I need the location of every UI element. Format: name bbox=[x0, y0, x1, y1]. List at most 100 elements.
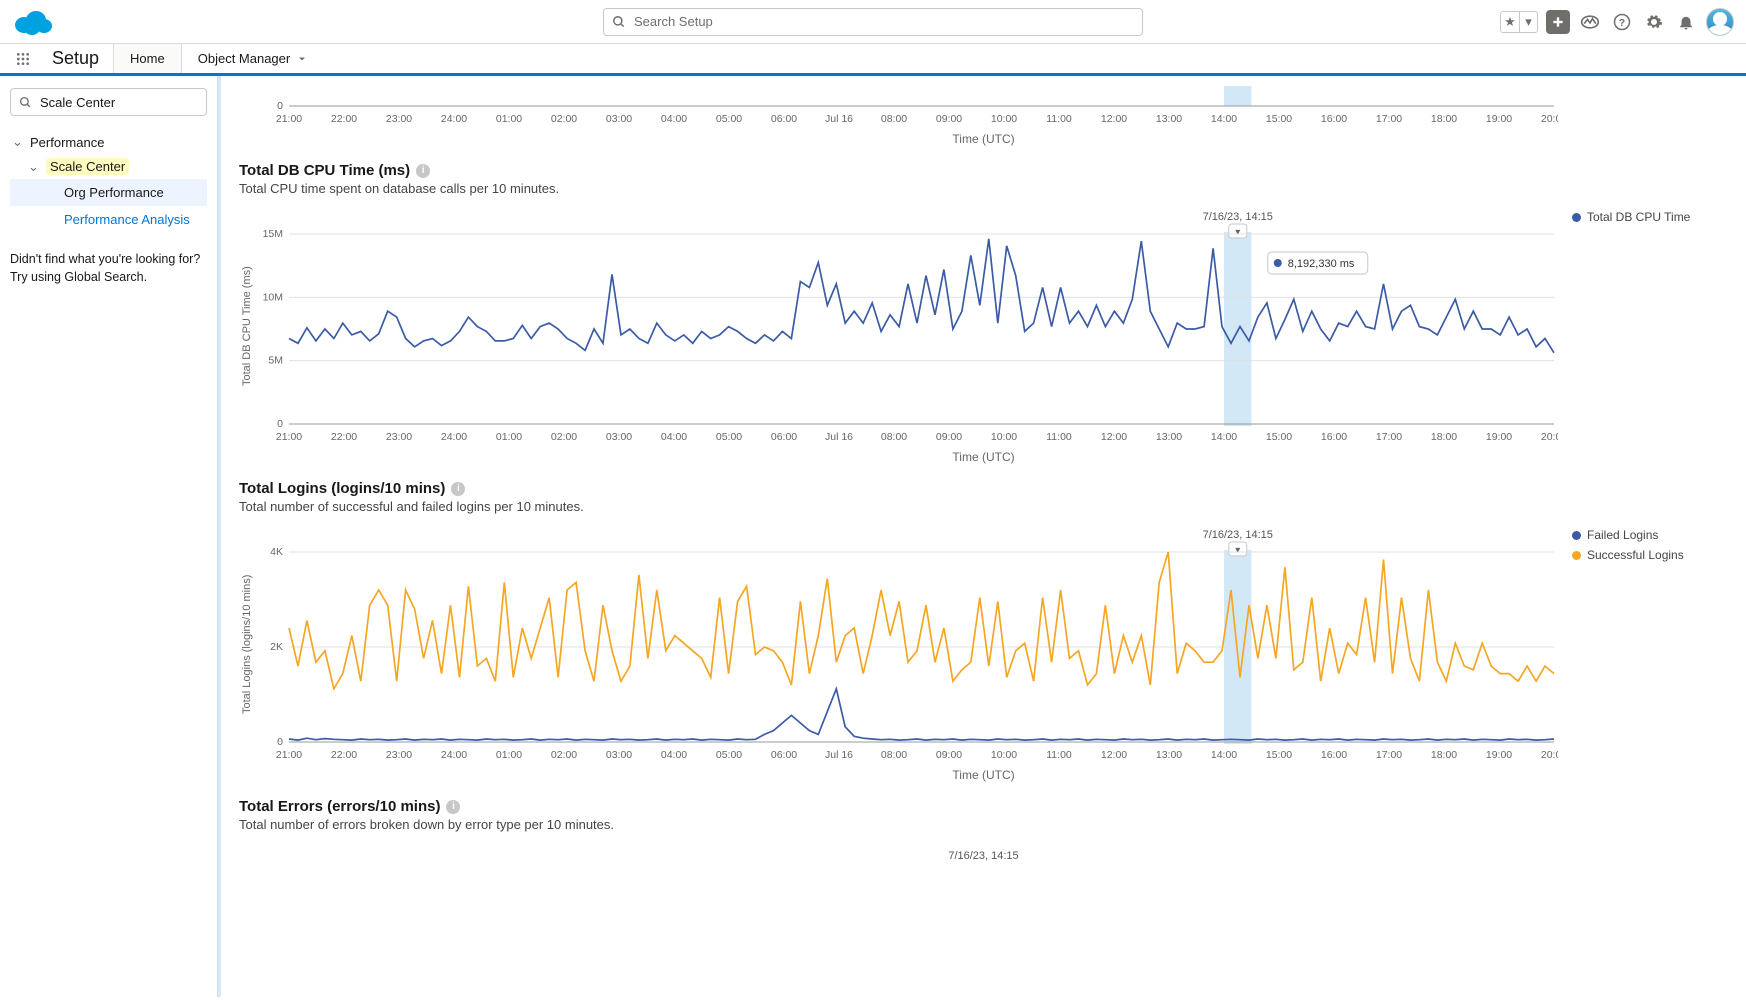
svg-text:12:00: 12:00 bbox=[1101, 113, 1127, 125]
gear-icon[interactable] bbox=[1642, 10, 1666, 34]
svg-text:10:00: 10:00 bbox=[991, 431, 1017, 443]
legend-item: Failed Logins bbox=[1572, 528, 1728, 542]
svg-text:19:00: 19:00 bbox=[1486, 749, 1512, 761]
info-icon[interactable]: i bbox=[451, 482, 465, 496]
help-icon[interactable]: ? bbox=[1610, 10, 1634, 34]
svg-text:02:00: 02:00 bbox=[551, 113, 577, 125]
quickfind[interactable] bbox=[10, 88, 207, 116]
svg-text:?: ? bbox=[1619, 16, 1625, 28]
global-search-input[interactable] bbox=[603, 8, 1143, 36]
chart-canvas[interactable]: 7/16/23, 14:15▾02K4K21:0022:0023:0024:00… bbox=[255, 524, 1558, 764]
chart-title-text: Total Errors (errors/10 mins) bbox=[239, 798, 440, 815]
svg-text:Jul 16: Jul 16 bbox=[825, 749, 853, 761]
svg-text:20:00: 20:00 bbox=[1541, 113, 1558, 125]
header-actions: ★ ▾ ? bbox=[1500, 8, 1734, 36]
chart-canvas[interactable]: 7/16/23, 14:15▾05M10M15M21:0022:0023:002… bbox=[255, 206, 1558, 446]
svg-text:15:00: 15:00 bbox=[1266, 431, 1292, 443]
svg-text:21:00: 21:00 bbox=[276, 431, 302, 443]
svg-text:17:00: 17:00 bbox=[1376, 749, 1402, 761]
tab-home[interactable]: Home bbox=[113, 41, 182, 73]
svg-text:22:00: 22:00 bbox=[331, 113, 357, 125]
svg-text:11:00: 11:00 bbox=[1046, 749, 1072, 761]
y-axis-label: Total DB CPU Time (ms) bbox=[239, 206, 255, 446]
quickfind-input[interactable] bbox=[38, 94, 218, 111]
svg-text:23:00: 23:00 bbox=[386, 431, 412, 443]
info-icon[interactable]: i bbox=[446, 800, 460, 814]
svg-text:11:00: 11:00 bbox=[1046, 113, 1072, 125]
svg-text:15M: 15M bbox=[263, 228, 283, 240]
svg-text:22:00: 22:00 bbox=[331, 749, 357, 761]
svg-text:09:00: 09:00 bbox=[936, 749, 962, 761]
svg-text:04:00: 04:00 bbox=[661, 431, 687, 443]
legend-color-dot bbox=[1572, 551, 1581, 560]
nav-performance[interactable]: ⌄ Performance bbox=[10, 130, 207, 154]
svg-text:05:00: 05:00 bbox=[716, 431, 742, 443]
main-content: 021:0022:0023:0024:0001:0002:0003:0004:0… bbox=[218, 76, 1746, 997]
chart-legend bbox=[1558, 86, 1728, 128]
avatar[interactable] bbox=[1706, 8, 1734, 36]
chart-errors: Total Errors (errors/10 mins) i Total nu… bbox=[239, 798, 1728, 862]
svg-text:Jul 16: Jul 16 bbox=[825, 431, 853, 443]
info-icon[interactable]: i bbox=[416, 164, 430, 178]
chart-db-cpu: Total DB CPU Time (ms) i Total CPU time … bbox=[239, 162, 1728, 464]
svg-text:08:00: 08:00 bbox=[881, 431, 907, 443]
chevron-down-icon bbox=[296, 53, 308, 65]
svg-text:23:00: 23:00 bbox=[386, 113, 412, 125]
nav-label: Scale Center bbox=[46, 158, 129, 175]
tab-object-manager[interactable]: Object Manager bbox=[182, 44, 325, 73]
context-bar: Setup Home Object Manager bbox=[0, 44, 1746, 76]
svg-text:0: 0 bbox=[277, 736, 283, 748]
svg-text:18:00: 18:00 bbox=[1431, 431, 1457, 443]
svg-text:8,192,330 ms: 8,192,330 ms bbox=[1288, 258, 1355, 270]
svg-text:17:00: 17:00 bbox=[1376, 113, 1402, 125]
svg-text:13:00: 13:00 bbox=[1156, 113, 1182, 125]
legend-item: Total DB CPU Time bbox=[1572, 210, 1728, 224]
svg-text:18:00: 18:00 bbox=[1431, 749, 1457, 761]
svg-text:4K: 4K bbox=[270, 546, 283, 558]
svg-text:15:00: 15:00 bbox=[1266, 749, 1292, 761]
quickfind-help: Didn't find what you're looking for? Try… bbox=[10, 251, 207, 286]
trailhead-icon[interactable] bbox=[1578, 10, 1602, 34]
svg-text:23:00: 23:00 bbox=[386, 749, 412, 761]
chart-legend: Failed Logins Successful Logins bbox=[1558, 524, 1728, 764]
favorites-box[interactable]: ★ ▾ bbox=[1500, 11, 1538, 33]
nav-performance-analysis[interactable]: Performance Analysis bbox=[10, 206, 207, 233]
svg-text:10:00: 10:00 bbox=[991, 749, 1017, 761]
chart-title-text: Total DB CPU Time (ms) bbox=[239, 162, 410, 179]
nav-scale-center[interactable]: ⌄ Scale Center bbox=[26, 154, 207, 179]
svg-text:12:00: 12:00 bbox=[1101, 431, 1127, 443]
svg-text:01:00: 01:00 bbox=[496, 749, 522, 761]
svg-text:09:00: 09:00 bbox=[936, 431, 962, 443]
legend-label: Successful Logins bbox=[1587, 548, 1684, 562]
bell-icon[interactable] bbox=[1674, 10, 1698, 34]
star-icon[interactable]: ★ bbox=[1501, 12, 1519, 32]
svg-text:02:00: 02:00 bbox=[551, 431, 577, 443]
global-header: ★ ▾ ? bbox=[0, 0, 1746, 44]
svg-text:20:00: 20:00 bbox=[1541, 431, 1558, 443]
svg-text:10M: 10M bbox=[263, 291, 283, 303]
y-axis-label bbox=[239, 86, 255, 128]
svg-text:▾: ▾ bbox=[1235, 227, 1240, 238]
add-icon[interactable] bbox=[1546, 10, 1570, 34]
svg-text:12:00: 12:00 bbox=[1101, 749, 1127, 761]
svg-text:14:00: 14:00 bbox=[1211, 749, 1237, 761]
svg-text:06:00: 06:00 bbox=[771, 749, 797, 761]
svg-text:16:00: 16:00 bbox=[1321, 749, 1347, 761]
svg-text:11:00: 11:00 bbox=[1046, 431, 1072, 443]
legend-color-dot bbox=[1572, 531, 1581, 540]
y-axis-label: Total Logins (logins/10 mins) bbox=[239, 524, 255, 764]
nav-org-performance[interactable]: Org Performance bbox=[10, 179, 207, 206]
svg-text:14:00: 14:00 bbox=[1211, 113, 1237, 125]
chart-subtitle: Total number of successful and failed lo… bbox=[239, 499, 1728, 514]
app-launcher-icon[interactable] bbox=[8, 44, 38, 73]
help-line: Try using Global Search. bbox=[10, 269, 207, 287]
svg-text:06:00: 06:00 bbox=[771, 431, 797, 443]
svg-text:01:00: 01:00 bbox=[496, 431, 522, 443]
svg-text:04:00: 04:00 bbox=[661, 749, 687, 761]
svg-text:24:00: 24:00 bbox=[441, 749, 467, 761]
svg-text:16:00: 16:00 bbox=[1321, 113, 1347, 125]
svg-text:18:00: 18:00 bbox=[1431, 113, 1457, 125]
chevron-down-icon[interactable]: ▾ bbox=[1519, 12, 1537, 32]
legend-item: Successful Logins bbox=[1572, 548, 1728, 562]
chart-subtitle: Total number of errors broken down by er… bbox=[239, 817, 1728, 832]
